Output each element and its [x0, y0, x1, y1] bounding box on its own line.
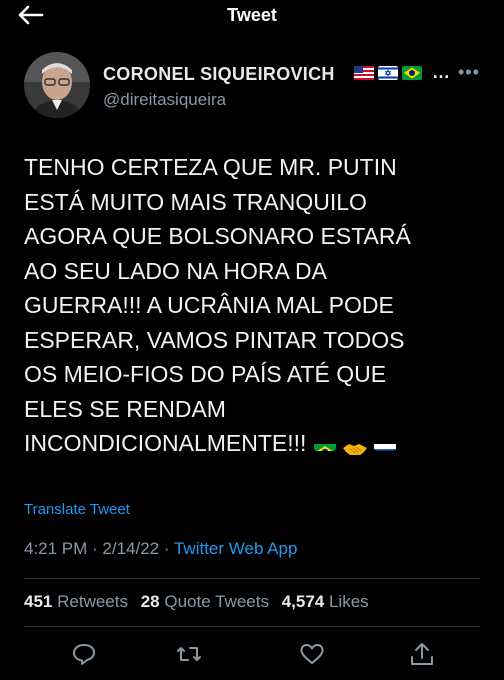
translate-tweet-link[interactable]: Translate Tweet	[24, 501, 130, 518]
action-bar	[0, 640, 504, 676]
author-name[interactable]: CORONEL SIQUEIROVICH	[103, 64, 335, 85]
tweet-line: TENHO CERTEZA QUE MR. PUTIN	[24, 154, 397, 180]
tweet-date[interactable]: 2/14/22	[102, 539, 159, 558]
tweet-line: AO SEU LADO NA HORA DA	[24, 257, 327, 284]
quotes-label: Quote Tweets	[164, 592, 269, 611]
name-truncation: …	[432, 62, 450, 82]
brazil-flag-icon	[314, 435, 337, 451]
quotes-count: 28	[140, 592, 160, 611]
tweet-line: INCONDICIONALMENTE!!!	[24, 430, 307, 456]
tweet-line: AGORA QUE BOLSONARO ESTARÁ	[24, 223, 411, 249]
brazil-flag-icon	[402, 66, 422, 80]
us-flag-icon	[354, 66, 374, 80]
page-title: Tweet	[227, 5, 277, 25]
meta-separator: ·	[159, 539, 174, 558]
retweets-count: 451	[24, 592, 53, 611]
source-app-link[interactable]: Twitter Web App	[174, 539, 297, 558]
divider	[24, 578, 480, 579]
tweet-text: TENHO CERTEZA QUE MR. PUTIN ESTÁ MUITO M…	[24, 150, 486, 461]
likes-stat[interactable]: 4,574 Likes	[282, 592, 369, 611]
handshake-icon	[342, 435, 368, 455]
tweet-emoji	[314, 435, 397, 455]
avatar[interactable]	[24, 52, 90, 118]
tweet-time[interactable]: 4:21 PM	[24, 539, 87, 558]
russia-flag-icon	[374, 435, 397, 451]
likes-count: 4,574	[281, 592, 325, 611]
retweets-label: Retweets	[57, 592, 128, 611]
tweet-line: OS MEIO-FIOS DO PAÍS ATÉ QUE	[24, 361, 387, 387]
tweet-meta: 4:21 PM · 2/14/22 · Twitter Web App	[24, 539, 297, 559]
tweet-line: ESPERAR, VAMOS PINTAR TODOS	[24, 326, 405, 353]
retweets-stat[interactable]: 451 Retweets	[24, 592, 128, 611]
tweet-line-last: INCONDICIONALMENTE!!!	[24, 426, 486, 461]
share-icon[interactable]	[408, 640, 436, 668]
tweet-line: GUERRA!!! A UCRÂNIA MAL PODE	[24, 292, 394, 318]
retweet-icon[interactable]	[175, 640, 203, 668]
like-icon[interactable]	[298, 640, 326, 668]
author-handle[interactable]: @direitasiqueira	[103, 90, 226, 110]
tweet-line: ESTÁ MUITO MAIS TRANQUILO	[24, 188, 367, 215]
likes-label: Likes	[328, 592, 369, 611]
top-bar: Tweet	[0, 0, 504, 36]
tweet-stats: 451 Retweets 28 Quote Tweets 4,574 Likes	[24, 592, 377, 612]
quote-tweets-stat[interactable]: 28 Quote Tweets	[141, 592, 269, 611]
meta-separator: ·	[87, 539, 103, 558]
divider	[24, 626, 480, 627]
more-options-icon[interactable]: •••	[458, 62, 480, 83]
israel-flag-icon	[378, 66, 398, 80]
author-flags	[354, 66, 422, 80]
tweet-line: ELES SE RENDAM	[24, 395, 226, 422]
reply-icon[interactable]	[70, 640, 98, 668]
